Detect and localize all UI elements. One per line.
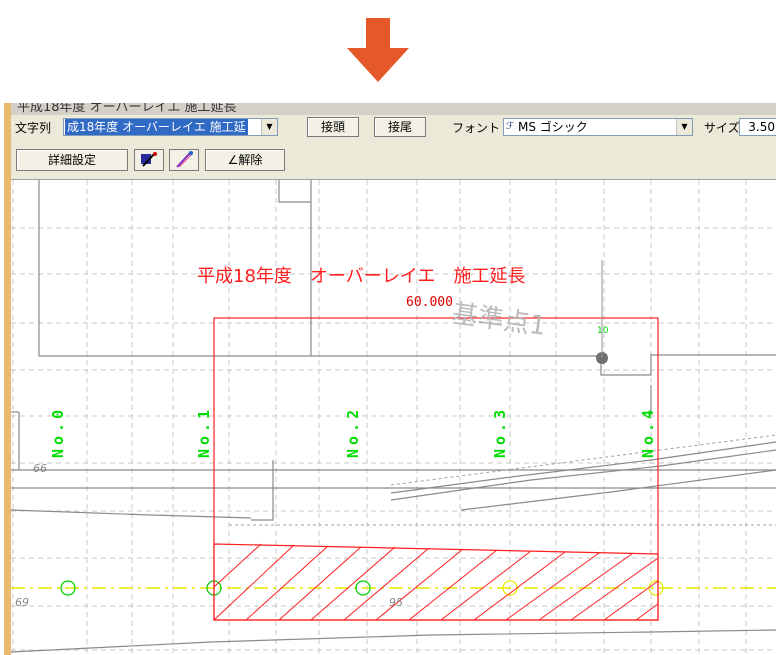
station-label: No.0 [49, 405, 67, 458]
size-input[interactable]: 3.50 [739, 118, 776, 136]
dropdown-arrow-icon[interactable]: ▼ [676, 119, 692, 135]
prefix-button[interactable]: 接頭 [307, 117, 359, 137]
benchmark-elevation: 10 [597, 326, 609, 336]
overlay-title-text: 平成18年度 オーバーレイエ 施工延長 [197, 266, 526, 287]
map-number: 69 [15, 596, 29, 609]
pen-color-button[interactable] [169, 149, 199, 171]
suffix-button[interactable]: 接尾 [374, 117, 426, 137]
pick-color-icon [141, 152, 157, 167]
dropdown-arrow-icon[interactable]: ▼ [261, 119, 277, 135]
angle-release-button[interactable]: ∠解除 [205, 149, 285, 171]
string-combo[interactable]: 成18年度 オーバーレイエ 施工延 ▼ [63, 118, 278, 136]
drawing-canvas[interactable]: 平成18年度 オーバーレイエ 施工延長 60.000 基準点1 10 No.0 … [11, 180, 776, 655]
station-label: No.4 [639, 405, 657, 458]
string-value: 成18年度 オーバーレイエ 施工延 [65, 119, 248, 135]
text-toolbar: 文字列 成18年度 オーバーレイエ 施工延 ▼ 接頭 接尾 フォント ℱ MS … [11, 115, 776, 180]
font-combo[interactable]: ℱ MS ゴシック ▼ [503, 118, 693, 136]
arrow-down-icon [347, 18, 409, 82]
dimension-text: 60.000 [406, 295, 453, 310]
cad-linework [11, 180, 776, 655]
station-label: No.2 [344, 405, 362, 458]
size-value: 3.50 [748, 120, 775, 134]
window-title: 平成18年度 オーバーレイエ 施工延長 [17, 103, 237, 115]
pick-color-button[interactable] [134, 149, 164, 171]
size-label: サイズ [704, 121, 740, 135]
station-label: No.1 [195, 405, 213, 458]
map-number: 66 [33, 462, 47, 475]
map-number: 95 [389, 596, 403, 609]
window-left-edge [4, 103, 11, 655]
string-label: 文字列 [15, 121, 52, 135]
font-type-icon: ℱ [506, 121, 514, 132]
window-title-strip: 平成18年度 オーバーレイエ 施工延長 [11, 103, 776, 115]
detail-settings-button[interactable]: 詳細設定 [16, 149, 128, 171]
font-value: MS ゴシック [518, 120, 588, 134]
font-label: フォント [452, 121, 501, 135]
station-label: No.3 [491, 405, 509, 458]
pen-color-icon [176, 151, 193, 168]
cad-window: 平成18年度 オーバーレイエ 施工延長 文字列 成18年度 オーバーレイエ 施工… [4, 103, 776, 655]
